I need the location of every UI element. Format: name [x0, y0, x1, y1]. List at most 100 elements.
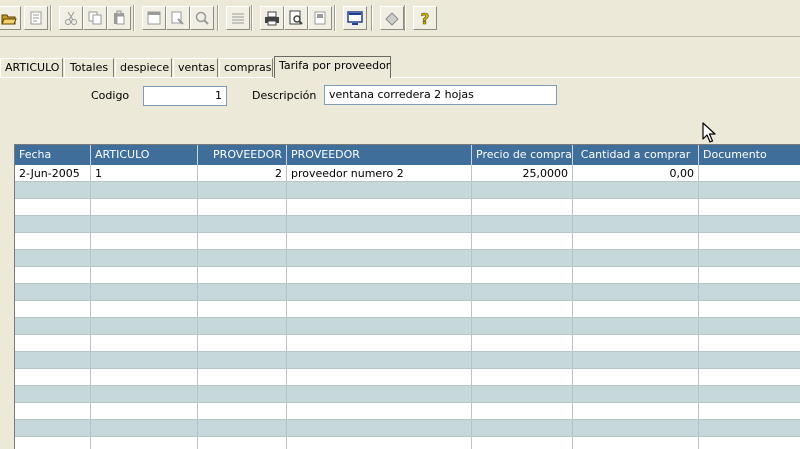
table-cell[interactable]	[472, 233, 573, 250]
table-cell[interactable]	[15, 403, 91, 420]
tarifa-grid[interactable]: Fecha ARTICULO PROVEEDOR PROVEEDOR Preci…	[14, 144, 800, 449]
find-replace-button[interactable]	[166, 6, 190, 30]
table-cell[interactable]	[287, 369, 472, 386]
table-cell[interactable]	[472, 369, 573, 386]
table-cell[interactable]	[573, 267, 699, 284]
table-cell[interactable]	[287, 352, 472, 369]
table-row[interactable]	[15, 437, 800, 449]
table-cell[interactable]	[15, 420, 91, 437]
table-cell[interactable]	[573, 437, 699, 449]
table-cell[interactable]	[573, 369, 699, 386]
monitor-button[interactable]	[343, 6, 367, 30]
table-cell[interactable]	[699, 420, 800, 437]
tab-ventas[interactable]: ventas	[173, 58, 218, 77]
cell-fecha[interactable]: 2-Jun-2005	[15, 165, 91, 182]
table-cell[interactable]	[198, 437, 287, 449]
table-cell[interactable]	[472, 267, 573, 284]
copy-button[interactable]	[83, 6, 107, 30]
table-row[interactable]	[15, 318, 800, 335]
table-cell[interactable]	[15, 352, 91, 369]
table-cell[interactable]	[198, 403, 287, 420]
table-row[interactable]	[15, 420, 800, 437]
table-cell[interactable]	[15, 369, 91, 386]
table-cell[interactable]	[573, 284, 699, 301]
table-cell[interactable]	[699, 233, 800, 250]
cell-proveedor-nombre[interactable]: proveedor numero 2	[287, 165, 472, 182]
list-button[interactable]	[226, 6, 250, 30]
tab-compras[interactable]: compras	[219, 58, 273, 77]
column-header-proveedor-nombre[interactable]: PROVEEDOR	[287, 145, 472, 165]
table-cell[interactable]	[91, 182, 198, 199]
column-header-cantidad[interactable]: Cantidad a comprar	[573, 145, 699, 165]
table-cell[interactable]	[472, 318, 573, 335]
table-cell[interactable]	[573, 301, 699, 318]
tab-totales[interactable]: Totales	[64, 58, 114, 77]
table-cell[interactable]	[287, 437, 472, 449]
table-cell[interactable]	[699, 318, 800, 335]
table-cell[interactable]	[15, 216, 91, 233]
table-row[interactable]: 2-Jun-2005 1 2 proveedor numero 2 25,000…	[15, 165, 800, 182]
table-cell[interactable]	[699, 403, 800, 420]
table-cell[interactable]	[573, 352, 699, 369]
table-cell[interactable]	[287, 199, 472, 216]
table-cell[interactable]	[699, 199, 800, 216]
table-cell[interactable]	[573, 199, 699, 216]
table-cell[interactable]	[699, 437, 800, 449]
tab-despiece[interactable]: despiece	[115, 58, 172, 77]
table-cell[interactable]	[91, 437, 198, 449]
column-header-proveedor-id[interactable]: PROVEEDOR	[198, 145, 287, 165]
tab-tarifa-por-proveedor[interactable]: Tarifa por proveedor	[274, 56, 391, 78]
table-cell[interactable]	[472, 199, 573, 216]
table-cell[interactable]	[287, 284, 472, 301]
table-cell[interactable]	[573, 250, 699, 267]
table-cell[interactable]	[91, 267, 198, 284]
table-cell[interactable]	[287, 403, 472, 420]
table-cell[interactable]	[198, 318, 287, 335]
cell-articulo[interactable]: 1	[91, 165, 198, 182]
table-cell[interactable]	[287, 182, 472, 199]
table-cell[interactable]	[91, 318, 198, 335]
table-cell[interactable]	[573, 216, 699, 233]
table-cell[interactable]	[573, 403, 699, 420]
table-cell[interactable]	[198, 369, 287, 386]
table-row[interactable]	[15, 403, 800, 420]
table-cell[interactable]	[699, 284, 800, 301]
table-cell[interactable]	[15, 199, 91, 216]
table-cell[interactable]	[573, 182, 699, 199]
search-button[interactable]	[190, 6, 214, 30]
open-folder-button[interactable]	[0, 6, 21, 30]
table-cell[interactable]	[699, 352, 800, 369]
table-cell[interactable]	[15, 301, 91, 318]
column-header-documento[interactable]: Documento	[699, 145, 800, 165]
table-cell[interactable]	[287, 216, 472, 233]
table-cell[interactable]	[15, 318, 91, 335]
table-row[interactable]	[15, 250, 800, 267]
table-cell[interactable]	[573, 335, 699, 352]
table-cell[interactable]	[699, 386, 800, 403]
table-cell[interactable]	[573, 386, 699, 403]
table-cell[interactable]	[198, 301, 287, 318]
page-setup-button[interactable]	[308, 6, 332, 30]
codigo-field[interactable]: 1	[143, 86, 227, 106]
cut-button[interactable]	[59, 6, 83, 30]
tab-articulo[interactable]: ARTICULO	[0, 58, 63, 77]
table-cell[interactable]	[287, 318, 472, 335]
table-cell[interactable]	[699, 369, 800, 386]
cell-precio-compra[interactable]: 25,0000	[472, 165, 573, 182]
table-cell[interactable]	[198, 386, 287, 403]
table-cell[interactable]	[198, 182, 287, 199]
table-cell[interactable]	[472, 301, 573, 318]
table-cell[interactable]	[198, 216, 287, 233]
table-cell[interactable]	[91, 386, 198, 403]
table-row[interactable]	[15, 284, 800, 301]
table-cell[interactable]	[287, 335, 472, 352]
table-cell[interactable]	[91, 199, 198, 216]
table-cell[interactable]	[198, 267, 287, 284]
table-row[interactable]	[15, 267, 800, 284]
table-row[interactable]	[15, 301, 800, 318]
table-row[interactable]	[15, 182, 800, 199]
table-cell[interactable]	[699, 250, 800, 267]
table-cell[interactable]	[287, 301, 472, 318]
table-cell[interactable]	[699, 335, 800, 352]
help-button[interactable]: ?	[413, 6, 437, 30]
